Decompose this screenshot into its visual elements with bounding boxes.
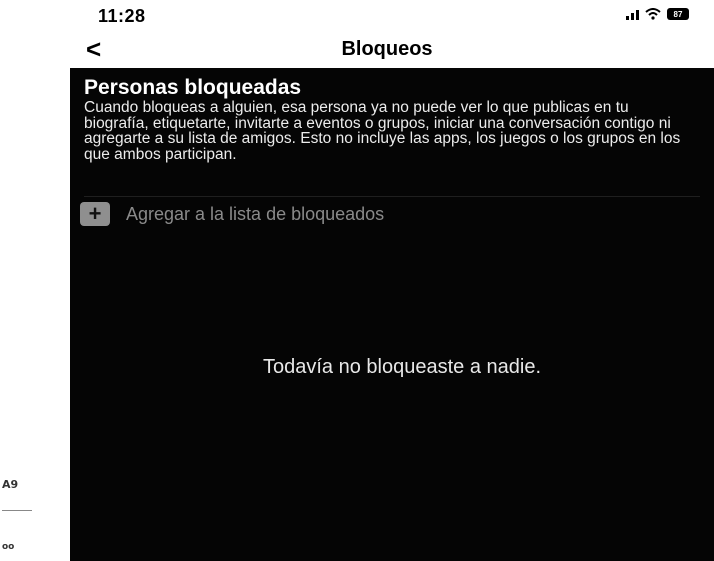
status-bar: 11:28 87 [0, 0, 714, 32]
plus-icon: + [80, 202, 110, 226]
background-fragment-top: A9 [2, 478, 19, 491]
battery-icon: 87 [667, 8, 689, 20]
background-divider [2, 510, 32, 511]
section-description: Cuando bloqueas a alguien, esa persona y… [84, 99, 681, 163]
nav-bar: < Bloqueos [0, 32, 714, 68]
divider [84, 196, 700, 197]
status-time: 11:28 [98, 6, 146, 26]
page-title: Bloqueos [341, 38, 433, 60]
blocked-people-section: Personas bloqueadas Cuando bloqueas a al… [70, 68, 714, 561]
add-to-blocked-list-button[interactable]: + Agregar a la lista de bloqueados [80, 202, 384, 226]
blocking-screen: 11:28 87 < Bloqueos Personas bloqueadas … [0, 0, 714, 561]
background-fragment-bottom: oo [2, 542, 15, 552]
section-title: Personas bloqueadas [84, 76, 302, 99]
status-icons: 87 [626, 8, 689, 20]
signal-icon [626, 8, 639, 20]
empty-state-message: Todavía no bloqueaste a nadie. [263, 356, 541, 378]
wifi-icon [645, 8, 661, 20]
add-to-blocked-list-label: Agregar a la lista de bloqueados [126, 203, 385, 224]
